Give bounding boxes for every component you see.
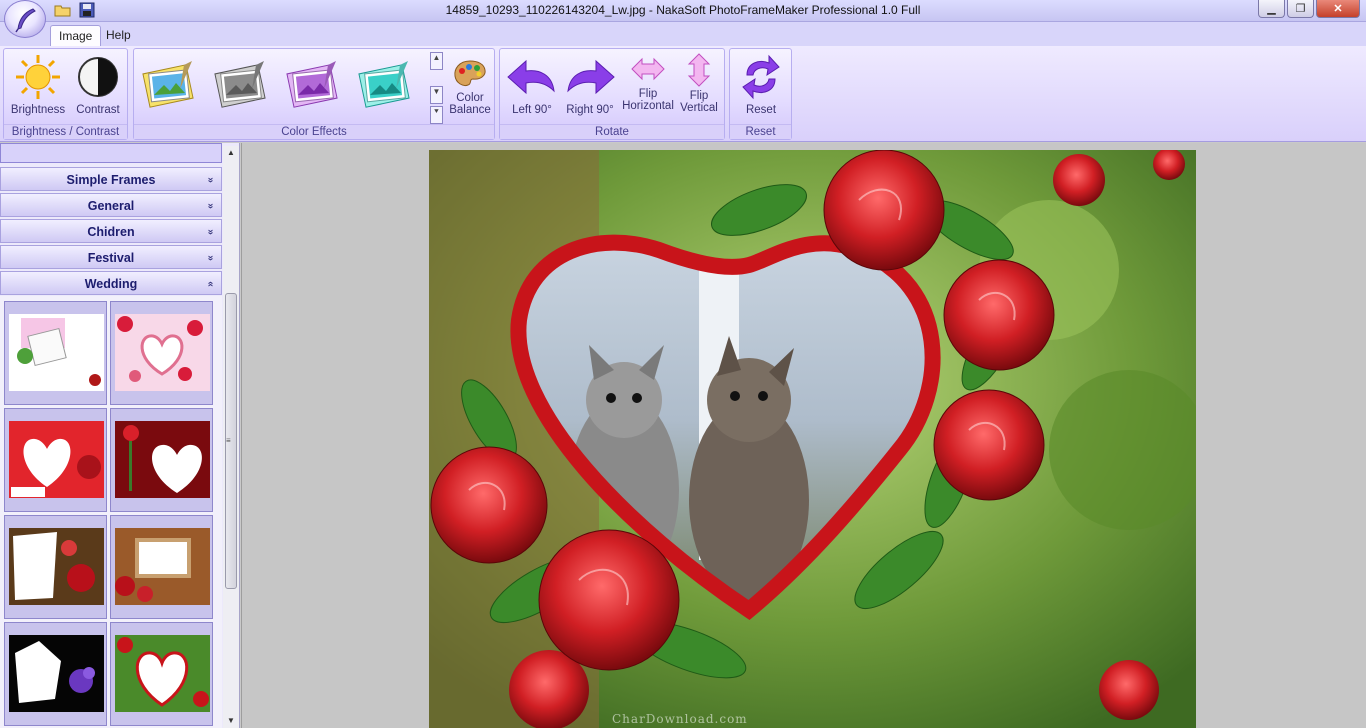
wedding-frame-6-icon [115, 538, 191, 602]
frame-thumbnail[interactable] [4, 515, 107, 619]
minimize-button[interactable]: ▁ [1258, 0, 1285, 18]
wedding-frame-7-icon [15, 641, 95, 703]
ribbon: Brightness Contrast Brightness / Contras… [0, 46, 1366, 142]
group-label-brightness-contrast: Brightness / Contrast [4, 124, 127, 139]
frame-thumbnail[interactable] [110, 301, 213, 405]
scroll-down-arrow-icon[interactable]: ▼ [223, 714, 239, 728]
sidebar-header [0, 143, 222, 163]
frame-thumbnail[interactable] [110, 622, 213, 726]
category-wedding[interactable]: Wedding « [0, 271, 222, 295]
effect-original-icon[interactable] [140, 59, 200, 111]
ribbon-tab-row: Image Help [0, 22, 1366, 46]
sun-icon [16, 55, 60, 99]
frame-thumbnail[interactable] [110, 408, 213, 512]
flip-vertical-label-2: Vertical [680, 102, 718, 114]
category-festival[interactable]: Festival » [0, 245, 222, 269]
group-label-reset: Reset [730, 124, 791, 139]
flip-horizontal-button[interactable]: Flip Horizontal [620, 53, 676, 123]
frame-thumbnail[interactable] [4, 408, 107, 512]
category-label: Chidren [87, 225, 135, 239]
group-brightness-contrast: Brightness Contrast Brightness / Contras… [3, 48, 128, 140]
scrollbar-grip-icon: ≡ [226, 436, 231, 445]
category-children[interactable]: Chidren » [0, 219, 222, 243]
flip-vertical-label-1: Flip [689, 90, 709, 102]
rotate-right-label: Right 90° [566, 104, 614, 116]
tab-help[interactable]: Help [98, 25, 139, 46]
scroll-up-arrow-icon[interactable]: ▲ [223, 146, 239, 160]
wedding-frame-1-icon [17, 318, 101, 386]
effects-scroll-up-button[interactable]: ▲ [430, 52, 443, 70]
reset-button[interactable]: Reset [734, 53, 788, 123]
category-general[interactable]: General » [0, 193, 222, 217]
title-bar: 14859_10293_110226143204_Lw.jpg - NakaSo… [0, 0, 1366, 38]
color-balance-label-2: Balance [449, 104, 491, 116]
flip-horizontal-label-1: Flip [638, 88, 658, 100]
window-title: 14859_10293_110226143204_Lw.jpg - NakaSo… [445, 3, 921, 17]
rotate-right-icon [567, 59, 615, 95]
frame-thumbnail[interactable] [110, 515, 213, 619]
effect-grayscale-icon[interactable] [212, 59, 272, 111]
tab-image[interactable]: Image [50, 25, 102, 46]
group-color-effects: ▲ ▼ ⯆ Color Balance Color Effects [133, 48, 495, 140]
contrast-icon [78, 57, 118, 97]
color-balance-label-1: Color [456, 92, 484, 104]
flip-horizontal-label-2: Horizontal [622, 100, 674, 112]
rotate-left-label: Left 90° [512, 104, 552, 116]
frames-sidebar: Simple Frames » General » Chidren » Fest… [0, 143, 240, 728]
wedding-frame-2-icon [117, 316, 203, 382]
group-rotate: Left 90° Right 90° Flip Horizontal Flip … [499, 48, 725, 140]
contrast-button[interactable]: Contrast [68, 53, 128, 123]
watermark-text: CharDownload.com [612, 712, 748, 726]
category-label: General [87, 199, 135, 213]
group-label-rotate: Rotate [500, 124, 724, 139]
frame-thumbnail[interactable] [4, 622, 107, 726]
reset-label: Reset [745, 104, 777, 116]
contrast-label: Contrast [76, 104, 120, 116]
wedding-frame-5-icon [13, 532, 95, 600]
category-label: Simple Frames [66, 173, 156, 187]
heart-rose-frame-image [429, 150, 1196, 728]
category-label: Wedding [84, 277, 138, 291]
flip-horizontal-icon [631, 57, 665, 81]
brightness-label: Brightness [10, 104, 66, 116]
group-reset: Reset Reset [729, 48, 792, 140]
chevron-down-icon: » [205, 255, 217, 261]
palette-icon [454, 60, 486, 86]
rotate-left-button[interactable]: Left 90° [504, 57, 560, 123]
wedding-frame-4-icon [123, 425, 202, 493]
window-controls: ▁ ❐ ✕ [1258, 0, 1360, 18]
group-label-color-effects: Color Effects [134, 124, 494, 139]
chevron-up-icon: « [205, 281, 217, 287]
flip-vertical-icon [687, 53, 711, 87]
brightness-button[interactable]: Brightness [8, 53, 68, 123]
flip-vertical-button[interactable]: Flip Vertical [674, 53, 724, 123]
close-button[interactable]: ✕ [1316, 0, 1360, 18]
reset-arrows-icon [742, 54, 780, 100]
category-label: Festival [87, 251, 135, 265]
chevron-down-icon: » [205, 229, 217, 235]
category-simple-frames[interactable]: Simple Frames » [0, 167, 222, 191]
frame-thumbnail-grid [0, 296, 222, 728]
framed-photo-preview[interactable] [429, 150, 1196, 728]
wedding-frame-8-icon [117, 637, 209, 707]
wedding-frame-3-icon [11, 438, 101, 497]
frame-thumbnail[interactable] [4, 301, 107, 405]
maximize-button[interactable]: ❐ [1287, 0, 1314, 18]
effects-more-button[interactable]: ⯆ [430, 106, 443, 124]
effect-cyan-icon[interactable] [356, 59, 416, 111]
color-balance-button[interactable]: Color Balance [446, 59, 494, 119]
rotate-right-button[interactable]: Right 90° [562, 57, 618, 123]
effect-purple-icon[interactable] [284, 59, 344, 111]
image-canvas: CharDownload.com [241, 143, 1366, 728]
chevron-down-icon: » [205, 203, 217, 209]
effects-scroll-down-button[interactable]: ▼ [430, 86, 443, 104]
rotate-left-icon [507, 59, 555, 95]
sidebar-scrollbar[interactable]: ▲ ≡ ▼ [223, 146, 239, 728]
chevron-down-icon: » [205, 177, 217, 183]
quill-icon [15, 8, 36, 33]
app-menu-button[interactable] [4, 0, 46, 38]
